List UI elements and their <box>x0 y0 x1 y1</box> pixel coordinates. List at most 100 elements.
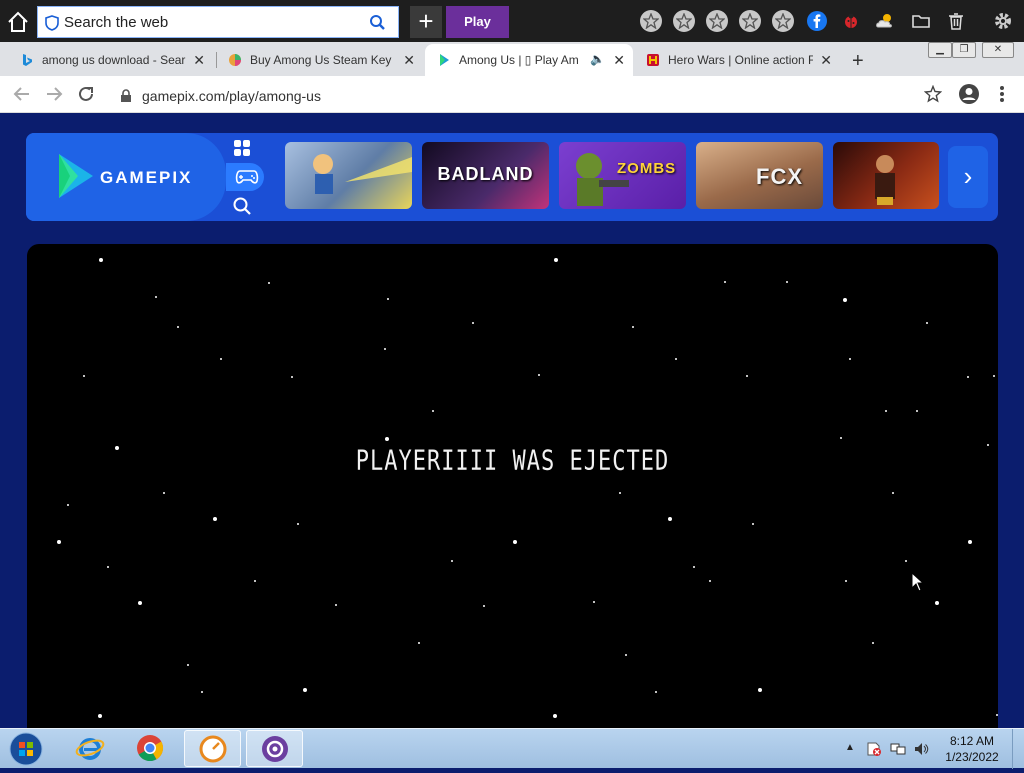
ladybug-icon[interactable] <box>840 10 862 32</box>
ejection-message: PLAYERIIII WAS EJECTED <box>355 445 670 478</box>
close-icon[interactable]: ✕ <box>613 52 625 69</box>
play-button[interactable]: Play <box>446 6 509 38</box>
game-thumb-label: FCX <box>756 164 803 189</box>
url-field[interactable]: gamepix.com/play/among-us <box>110 80 950 110</box>
speedometer-icon <box>199 735 227 763</box>
game-thumb-badland[interactable]: BADLAND <box>422 142 549 209</box>
gamepad-icon[interactable] <box>226 163 264 191</box>
grid-icon[interactable] <box>226 134 264 162</box>
close-icon[interactable]: ✕ <box>820 52 832 69</box>
gamepix-nav <box>226 133 264 221</box>
gamepix-logo[interactable]: GAMEPIX <box>26 133 226 221</box>
search-icon[interactable] <box>226 192 264 220</box>
star-dot <box>163 492 165 494</box>
carousel-next-button[interactable]: › <box>948 146 988 208</box>
tab-title: Hero Wars | Online action F <box>668 53 813 67</box>
star-icon[interactable] <box>673 10 695 32</box>
forward-arrow-icon[interactable] <box>44 84 64 109</box>
weather-icon[interactable] <box>874 10 896 32</box>
star-icon[interactable] <box>739 10 761 32</box>
star-dot <box>709 580 711 582</box>
system-clock[interactable]: 8:12 AM 1/23/2022 <box>938 733 1006 765</box>
internet-explorer-taskbar-button[interactable] <box>62 730 119 767</box>
network-icon[interactable] <box>890 741 906 757</box>
close-window-button[interactable]: ✕ <box>982 42 1014 58</box>
tab-among-us[interactable]: Among Us | ▯ Play Am 🔈 ✕ <box>425 44 633 76</box>
close-icon[interactable]: ✕ <box>193 52 205 69</box>
start-button[interactable] <box>6 730 46 768</box>
add-button[interactable]: + <box>410 6 442 38</box>
back-arrow-icon[interactable] <box>12 84 32 109</box>
speedometer-app-taskbar-button[interactable] <box>184 730 241 767</box>
star-dot <box>916 410 918 412</box>
volume-icon[interactable] <box>913 741 929 757</box>
browser-taskbar-button[interactable] <box>246 730 303 767</box>
star-dot <box>201 691 203 693</box>
star-dot <box>213 517 217 521</box>
star-dot <box>786 281 788 283</box>
tab-hero-wars[interactable]: Hero Wars | Online action F ✕ <box>634 44 840 76</box>
chrome-taskbar-button[interactable] <box>122 730 179 767</box>
page-content: GAMEPIX BADLAND ZOMBS FCX › PLAYERIIII W… <box>0 113 1024 744</box>
close-icon[interactable]: ✕ <box>403 52 415 69</box>
browser-app-icon <box>262 736 288 762</box>
new-tab-button[interactable]: + <box>852 50 864 73</box>
tab-title: among us download - Sear <box>42 53 186 67</box>
star-dot <box>483 605 485 607</box>
tab-strip: among us download - Sear ✕ Buy Among Us … <box>0 42 1024 76</box>
speaker-icon[interactable]: 🔈 <box>590 52 605 66</box>
reload-icon[interactable] <box>76 84 96 109</box>
maximize-button[interactable]: ❐ <box>952 42 976 58</box>
web-search-box[interactable]: Search the web <box>37 6 399 38</box>
profile-icon[interactable] <box>958 83 980 110</box>
star-dot <box>187 664 189 666</box>
star-dot <box>451 560 453 562</box>
star-dot <box>98 714 102 718</box>
game-canvas[interactable]: PLAYERIIII WAS EJECTED <box>27 244 998 744</box>
star-dot <box>593 601 595 603</box>
star-dot <box>996 714 998 716</box>
gamepix-wordmark: GAMEPIX <box>100 168 193 187</box>
action-center-icon[interactable] <box>866 741 882 757</box>
star-dot <box>845 580 847 582</box>
chrome-icon <box>137 735 164 762</box>
star-icon[interactable] <box>706 10 728 32</box>
lock-icon[interactable] <box>120 89 132 108</box>
star-icon[interactable] <box>640 10 662 32</box>
search-icon[interactable] <box>369 14 386 36</box>
folder-icon[interactable] <box>910 10 932 32</box>
star-dot <box>632 326 634 328</box>
bookmark-star-icon[interactable] <box>923 84 943 108</box>
game-thumb-kult[interactable] <box>833 142 939 209</box>
star-icon[interactable] <box>772 10 794 32</box>
menu-dots-icon[interactable] <box>994 83 1010 110</box>
star-dot <box>99 258 103 262</box>
trash-icon[interactable] <box>945 10 967 32</box>
star-dot <box>303 688 307 692</box>
star-dot <box>432 410 434 412</box>
game-thumb-fcx[interactable]: FCX <box>696 142 823 209</box>
star-dot <box>177 326 179 328</box>
show-desktop-button[interactable] <box>1012 729 1024 769</box>
star-dot <box>724 281 726 283</box>
tab-bing-search[interactable]: among us download - Sear ✕ <box>8 44 213 76</box>
home-icon[interactable] <box>4 8 32 36</box>
facebook-icon[interactable] <box>806 10 828 32</box>
star-dot <box>968 540 972 544</box>
star-dot <box>553 714 557 718</box>
star-dot <box>268 282 270 284</box>
star-dot <box>752 523 754 525</box>
mouse-cursor-icon <box>911 572 925 592</box>
internet-explorer-icon <box>75 738 105 760</box>
star-dot <box>538 374 540 376</box>
star-dot <box>619 492 621 494</box>
star-dot <box>905 560 907 562</box>
clock-time: 8:12 AM <box>949 734 995 748</box>
gear-icon[interactable] <box>992 10 1014 32</box>
game-thumb-jetpack-joyride[interactable] <box>285 142 412 209</box>
show-hidden-icons-icon[interactable]: ▲ <box>845 742 861 758</box>
bing-icon <box>20 53 34 67</box>
game-thumb-zombs-royale[interactable]: ZOMBS <box>559 142 686 209</box>
minimize-button[interactable]: ▁ <box>928 42 952 58</box>
tab-steam-key[interactable]: Buy Among Us Steam Key | ✕ <box>216 44 423 76</box>
